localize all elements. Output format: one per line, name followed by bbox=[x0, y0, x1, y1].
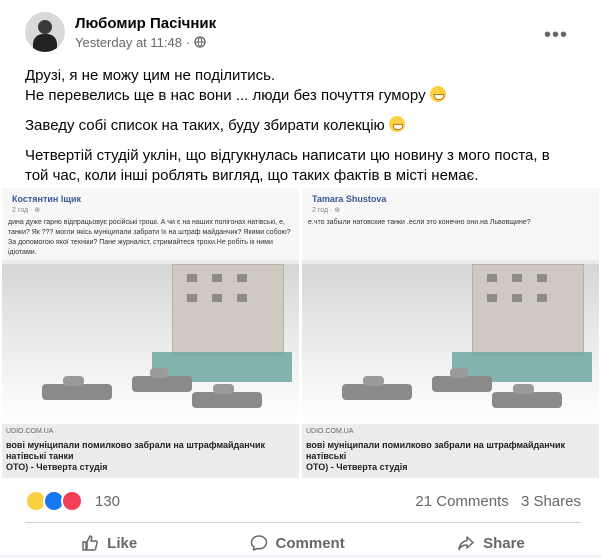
post-line-2: Не перевелись ще в нас вони ... люди без… bbox=[25, 87, 426, 104]
reactions-count: 130 bbox=[95, 492, 121, 510]
author-block: Любомир Пасічник Yesterday at 11:48 · bbox=[75, 15, 216, 50]
caption-line-1: вові муніципали помилково забрали на штр… bbox=[6, 440, 265, 461]
comment-label: Comment bbox=[275, 534, 345, 552]
reactions-summary[interactable]: 130 bbox=[25, 490, 120, 512]
screenshot-source: UDIO.COM.UA bbox=[6, 428, 54, 435]
snow-yard-photo bbox=[2, 264, 299, 424]
love-reaction-icon bbox=[61, 490, 83, 512]
post-text: Друзі, я не можу цим не поділитись. Не п… bbox=[25, 66, 585, 196]
comment-icon bbox=[250, 535, 267, 551]
divider bbox=[25, 522, 581, 523]
comment-button[interactable]: Comment bbox=[250, 534, 345, 552]
screenshot-post-header: Костянтин Іщик 2 год · ⊕ дина дуже гарно… bbox=[2, 188, 299, 260]
post-line-5: той час, коли інші роблять вигляд, що та… bbox=[25, 167, 479, 184]
share-button[interactable]: Share bbox=[457, 534, 525, 552]
comments-shares: 21 Comments 3 Shares bbox=[407, 493, 581, 510]
grinning-emoji-icon bbox=[388, 116, 405, 132]
screenshot-post-header: Tamara Shustova 2 год · ⊕ е.что забыли н… bbox=[302, 188, 599, 260]
screenshot-caption: вові муніципали помилково забрали на штр… bbox=[6, 440, 299, 473]
dot-separator: · bbox=[185, 34, 191, 50]
screenshot-time: 2 год · ⊕ bbox=[12, 207, 41, 214]
post-time[interactable]: Yesterday at 11:48 bbox=[75, 35, 182, 50]
screenshot-poster: Костянтин Іщик bbox=[12, 194, 81, 204]
more-icon[interactable]: ••• bbox=[544, 24, 568, 47]
post-line-3: Заведу собі список на таких, буду збират… bbox=[25, 117, 385, 134]
like-label: Like bbox=[107, 534, 138, 552]
author-name[interactable]: Любомир Пасічник bbox=[75, 15, 216, 32]
post-meta: Yesterday at 11:48 · bbox=[75, 35, 216, 50]
like-button[interactable]: Like bbox=[81, 534, 137, 552]
screenshot-post-text: е.что забыли натовские танки .если это к… bbox=[308, 219, 531, 226]
snow-yard-photo bbox=[302, 264, 599, 424]
post-line-4: Четвертій студій уклін, що відгукнулась … bbox=[25, 147, 550, 164]
screenshot-time: 2 год · ⊕ bbox=[312, 207, 341, 214]
photo-right[interactable]: Tamara Shustova 2 год · ⊕ е.что забыли н… bbox=[302, 188, 599, 478]
share-label: Share bbox=[483, 534, 525, 552]
action-bar: Like Comment Share bbox=[25, 528, 581, 558]
screenshot-post-text: дина дуже гарно відпрацьовує російські г… bbox=[8, 219, 291, 256]
post-header: Любомир Пасічник Yesterday at 11:48 · bbox=[25, 12, 216, 52]
thumbs-up-icon bbox=[82, 535, 99, 551]
shares-count[interactable]: 3 Shares bbox=[521, 493, 581, 510]
globe-icon bbox=[194, 36, 206, 48]
caption-line-1: вові муніципали помилково забрали на штр… bbox=[306, 440, 565, 461]
screenshot-poster: Tamara Shustova bbox=[312, 194, 387, 204]
post-line-1: Друзі, я не можу цим не поділитись. bbox=[25, 67, 276, 84]
avatar[interactable] bbox=[25, 12, 65, 52]
grinning-emoji-icon bbox=[429, 86, 446, 102]
photo-left[interactable]: Костянтин Іщик 2 год · ⊕ дина дуже гарно… bbox=[2, 188, 299, 478]
photo-grid: Костянтин Іщик 2 год · ⊕ дина дуже гарно… bbox=[0, 184, 601, 481]
caption-line-2: ОТО) - Четверта студія bbox=[6, 462, 108, 472]
share-icon bbox=[458, 536, 474, 551]
caption-line-2: ОТО) - Четверта студія bbox=[306, 462, 408, 472]
engagement-stats: 130 21 Comments 3 Shares bbox=[25, 490, 581, 512]
screenshot-caption: вові муніципали помилково забрали на штр… bbox=[306, 440, 599, 473]
screenshot-source: UDIO.COM.UA bbox=[306, 428, 354, 435]
post-card: Любомир Пасічник Yesterday at 11:48 · ••… bbox=[0, 0, 601, 555]
comments-count[interactable]: 21 Comments bbox=[415, 493, 508, 510]
